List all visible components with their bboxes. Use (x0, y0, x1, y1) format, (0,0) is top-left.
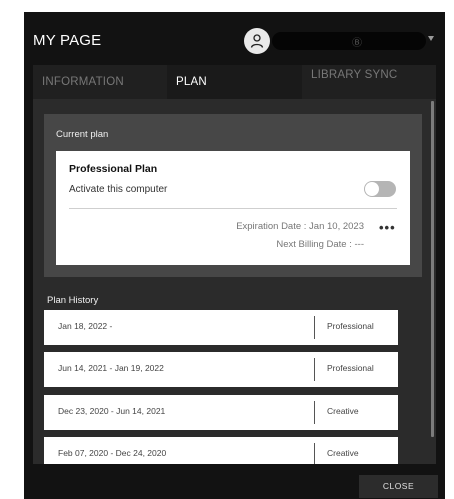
history-period: Dec 23, 2020 - Jun 14, 2021 (58, 406, 166, 416)
more-horizontal-icon[interactable]: ••• (379, 220, 396, 235)
user-name: Ⓑ (352, 38, 362, 49)
history-plan: Professional (327, 363, 374, 373)
current-plan-heading: Current plan (56, 129, 109, 140)
history-plan: Creative (327, 448, 359, 458)
divider (314, 443, 315, 464)
activate-computer-toggle[interactable] (364, 181, 396, 197)
close-button[interactable]: CLOSE (359, 475, 438, 498)
tab-plan[interactable]: PLAN (167, 65, 302, 99)
tab-information[interactable]: INFORMATION (33, 65, 167, 99)
history-row: Feb 07, 2020 - Dec 24, 2020 Creative (44, 437, 398, 464)
tab-library-sync[interactable]: LIBRARY SYNC (302, 65, 436, 99)
user-icon (250, 34, 264, 48)
dialog-header: MY PAGE Ⓑ (24, 12, 445, 65)
expiration-date: Expiration Date : Jan 10, 2023 (236, 221, 364, 232)
dialog-footer: CLOSE (24, 464, 445, 499)
tab-bar: INFORMATION PLAN LIBRARY SYNC (33, 65, 436, 99)
plan-history-heading: Plan History (47, 295, 99, 306)
scrollbar[interactable] (431, 101, 434, 437)
history-row: Dec 23, 2020 - Jun 14, 2021 Creative (44, 395, 398, 430)
current-plan-section: Current plan Professional Plan Activate … (44, 114, 422, 277)
my-page-dialog: MY PAGE Ⓑ INFORMATION PLAN LIBRARY SYNC … (24, 12, 445, 499)
toggle-knob (365, 182, 379, 196)
history-period: Jan 18, 2022 - (58, 321, 113, 331)
history-plan: Professional (327, 321, 374, 331)
history-period: Feb 07, 2020 - Dec 24, 2020 (58, 448, 167, 458)
divider (314, 401, 315, 424)
history-row: Jun 14, 2021 - Jan 19, 2022 Professional (44, 352, 398, 387)
page-title: MY PAGE (33, 32, 102, 49)
history-row: Jan 18, 2022 - Professional (44, 310, 398, 345)
history-plan: Creative (327, 406, 359, 416)
caret-down-icon[interactable] (428, 36, 434, 41)
user-account-pill[interactable]: Ⓑ (272, 32, 426, 50)
plan-card: Professional Plan Activate this computer… (56, 151, 410, 265)
divider (314, 316, 315, 339)
history-period: Jun 14, 2021 - Jan 19, 2022 (58, 363, 164, 373)
activate-computer-label: Activate this computer (69, 184, 168, 195)
divider (314, 358, 315, 381)
divider (69, 208, 397, 209)
next-billing-date: Next Billing Date : --- (276, 239, 364, 250)
plan-content: Current plan Professional Plan Activate … (33, 99, 436, 464)
avatar[interactable] (244, 28, 270, 54)
plan-name: Professional Plan (69, 163, 158, 175)
